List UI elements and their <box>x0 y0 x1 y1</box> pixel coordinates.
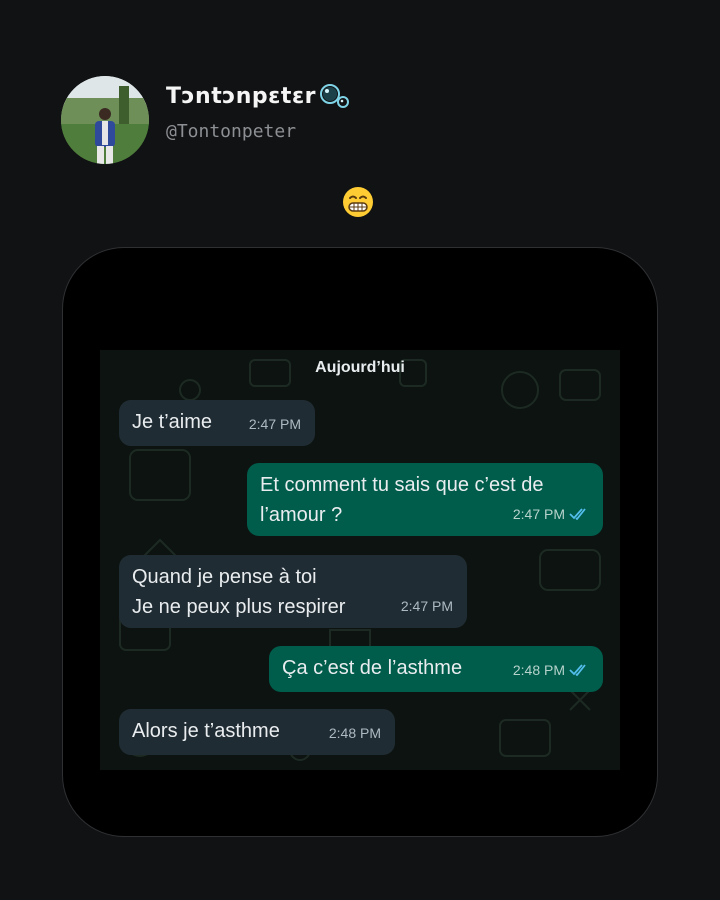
message-time: 2:47 PM <box>513 499 589 529</box>
message-time: 2:48 PM <box>513 655 589 685</box>
message-time: 2:47 PM <box>400 598 453 614</box>
avatar[interactable] <box>61 76 149 164</box>
read-receipt-icon <box>569 508 586 520</box>
bubbles-icon <box>320 84 350 108</box>
read-receipt-icon <box>569 664 586 676</box>
message-bubble-incoming[interactable]: Je t’aime 2:47 PM <box>119 400 315 446</box>
chat-screenshot: Aujourd’hui Je t’aime 2:47 PM Et comment… <box>100 350 620 770</box>
message-bubble-incoming[interactable]: Alors je t’asthme 2:48 PM <box>119 709 395 755</box>
message-bubble-outgoing[interactable]: Et comment tu sais que c’est de l’amour … <box>247 463 603 536</box>
message-bubble-incoming[interactable]: Quand je pense à toi Je ne peux plus res… <box>119 555 467 628</box>
message-time: 2:47 PM <box>248 416 301 432</box>
date-separator: Aujourd’hui <box>315 359 405 376</box>
grinning-face-emoji <box>343 187 373 217</box>
user-handle[interactable]: @Tontonpeter <box>166 121 296 142</box>
display-name[interactable]: Tɔntɔnpɛtɛr <box>166 82 350 110</box>
message-time: 2:48 PM <box>328 725 381 741</box>
avatar-photo <box>61 76 149 164</box>
display-name-text: Tɔntɔnpɛtɛr <box>166 83 317 109</box>
message-bubble-outgoing[interactable]: Ça c’est de l’asthme 2:48 PM <box>269 646 603 692</box>
